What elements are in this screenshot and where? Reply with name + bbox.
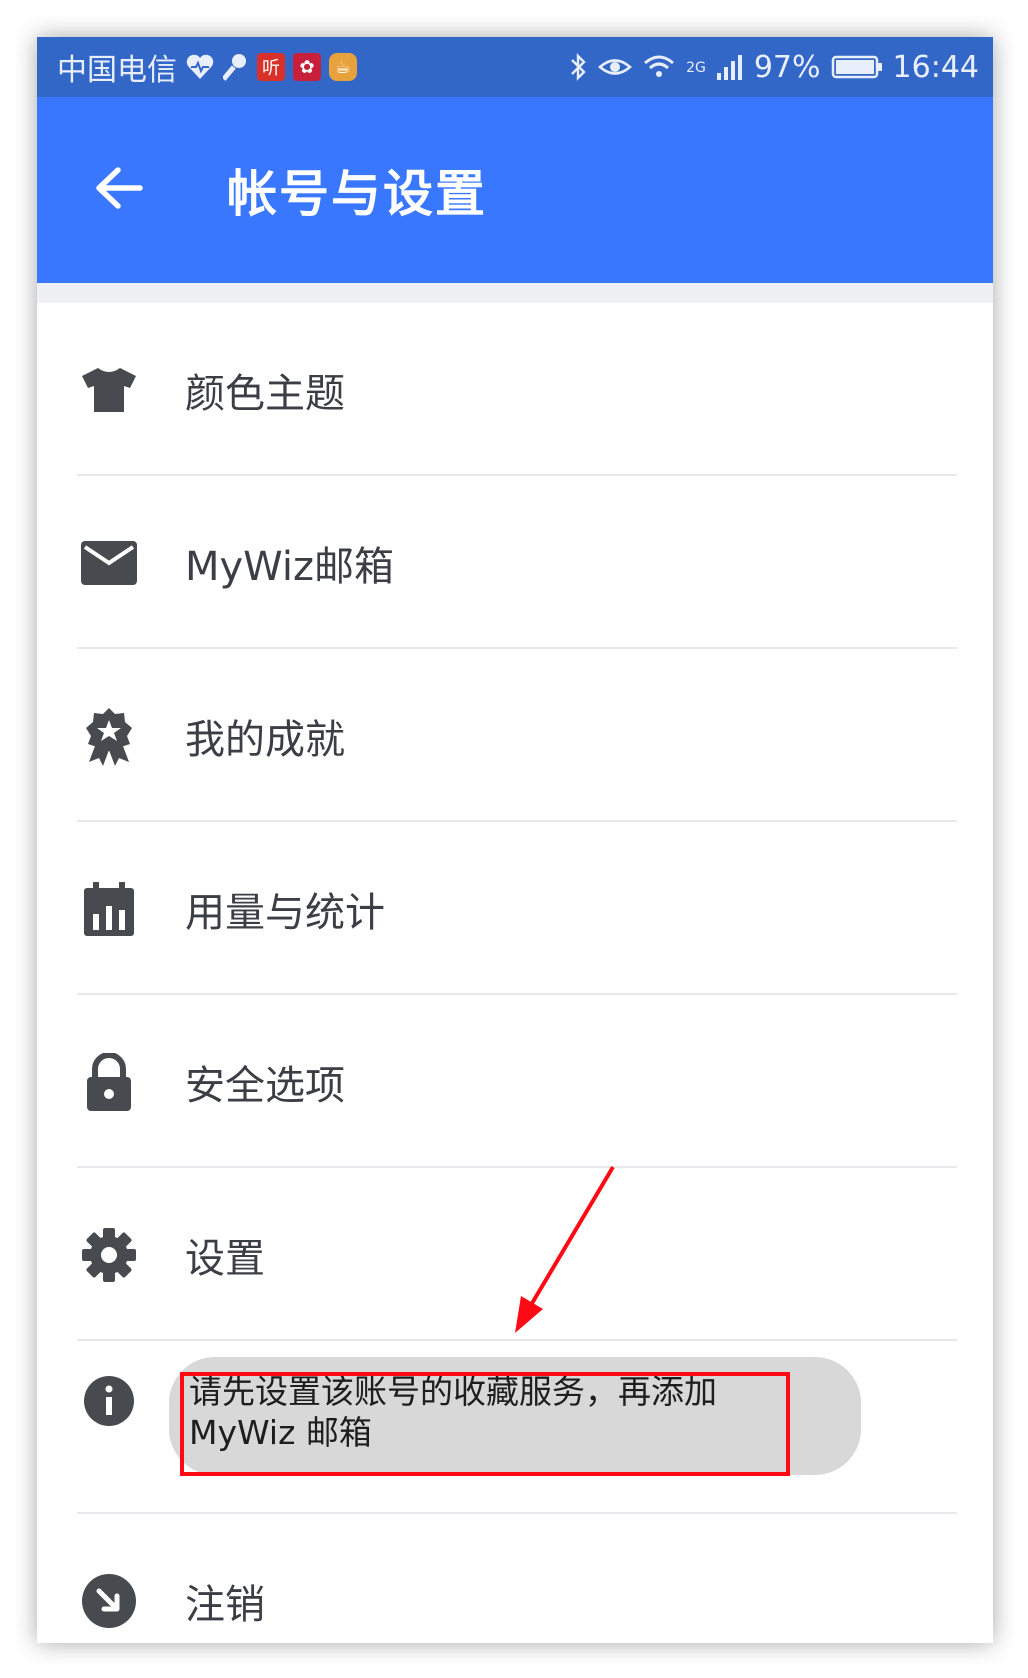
- phone-screen: 中国电信 听 ✿ ☕ 2G 97% 16:44 帐号与设置 颜色主题 MyWiz…: [37, 37, 993, 1643]
- app-bar: 帐号与设置: [37, 97, 993, 283]
- menu-item-label: MyWiz邮箱: [185, 543, 394, 590]
- stats-calendar-icon: [79, 879, 139, 939]
- arrow-left-icon: [94, 166, 144, 214]
- lock-icon: [79, 1052, 139, 1112]
- bluetooth-icon: [568, 52, 588, 82]
- appbar-shadow: [37, 283, 993, 303]
- battery-percent: 97%: [753, 49, 821, 85]
- menu-item-label: 注销: [185, 1581, 265, 1628]
- menu-item-color-theme[interactable]: 颜色主题: [37, 303, 993, 476]
- wifi-icon: [642, 53, 676, 81]
- menu-item-security[interactable]: 安全选项: [37, 995, 993, 1168]
- menu-item-label: 颜色主题: [185, 370, 345, 417]
- listen-app-icon: 听: [257, 53, 285, 81]
- carrier-label: 中国电信: [57, 53, 177, 88]
- menu-item-usage-stats[interactable]: 用量与统计: [37, 822, 993, 995]
- menu-item-label: 我的成就: [185, 716, 345, 763]
- menu-item-label: 设置: [185, 1235, 265, 1282]
- badge-icon: [79, 706, 139, 766]
- mail-icon: [79, 533, 139, 593]
- eye-comfort-icon: [598, 54, 633, 80]
- heart-rate-icon: [185, 53, 215, 81]
- tshirt-icon: [79, 360, 139, 420]
- menu-item-mywiz-mail[interactable]: MyWiz邮箱: [37, 476, 993, 649]
- signal-icon: [716, 53, 744, 81]
- back-button[interactable]: [59, 130, 179, 250]
- app-notification-icon: ✿: [293, 53, 321, 81]
- highlight-box: [180, 1372, 790, 1476]
- menu-item-label: 安全选项: [185, 1062, 345, 1109]
- status-bar: 中国电信 听 ✿ ☕ 2G 97% 16:44: [37, 37, 993, 97]
- page-title: 帐号与设置: [227, 165, 487, 223]
- menu-item-settings[interactable]: 设置: [37, 1168, 993, 1341]
- menu-item-logout[interactable]: 注销: [37, 1514, 993, 1643]
- info-icon: [79, 1371, 139, 1431]
- gear-icon: [79, 1225, 139, 1285]
- logout-icon: [79, 1571, 139, 1631]
- key-icon: [223, 52, 249, 82]
- coffee-app-icon: ☕: [329, 53, 357, 81]
- battery-icon: [831, 54, 883, 80]
- clock: 16:44: [892, 49, 979, 85]
- menu-item-achievements[interactable]: 我的成就: [37, 649, 993, 822]
- network-type: 2G: [686, 59, 706, 76]
- menu-item-label: 用量与统计: [185, 889, 385, 936]
